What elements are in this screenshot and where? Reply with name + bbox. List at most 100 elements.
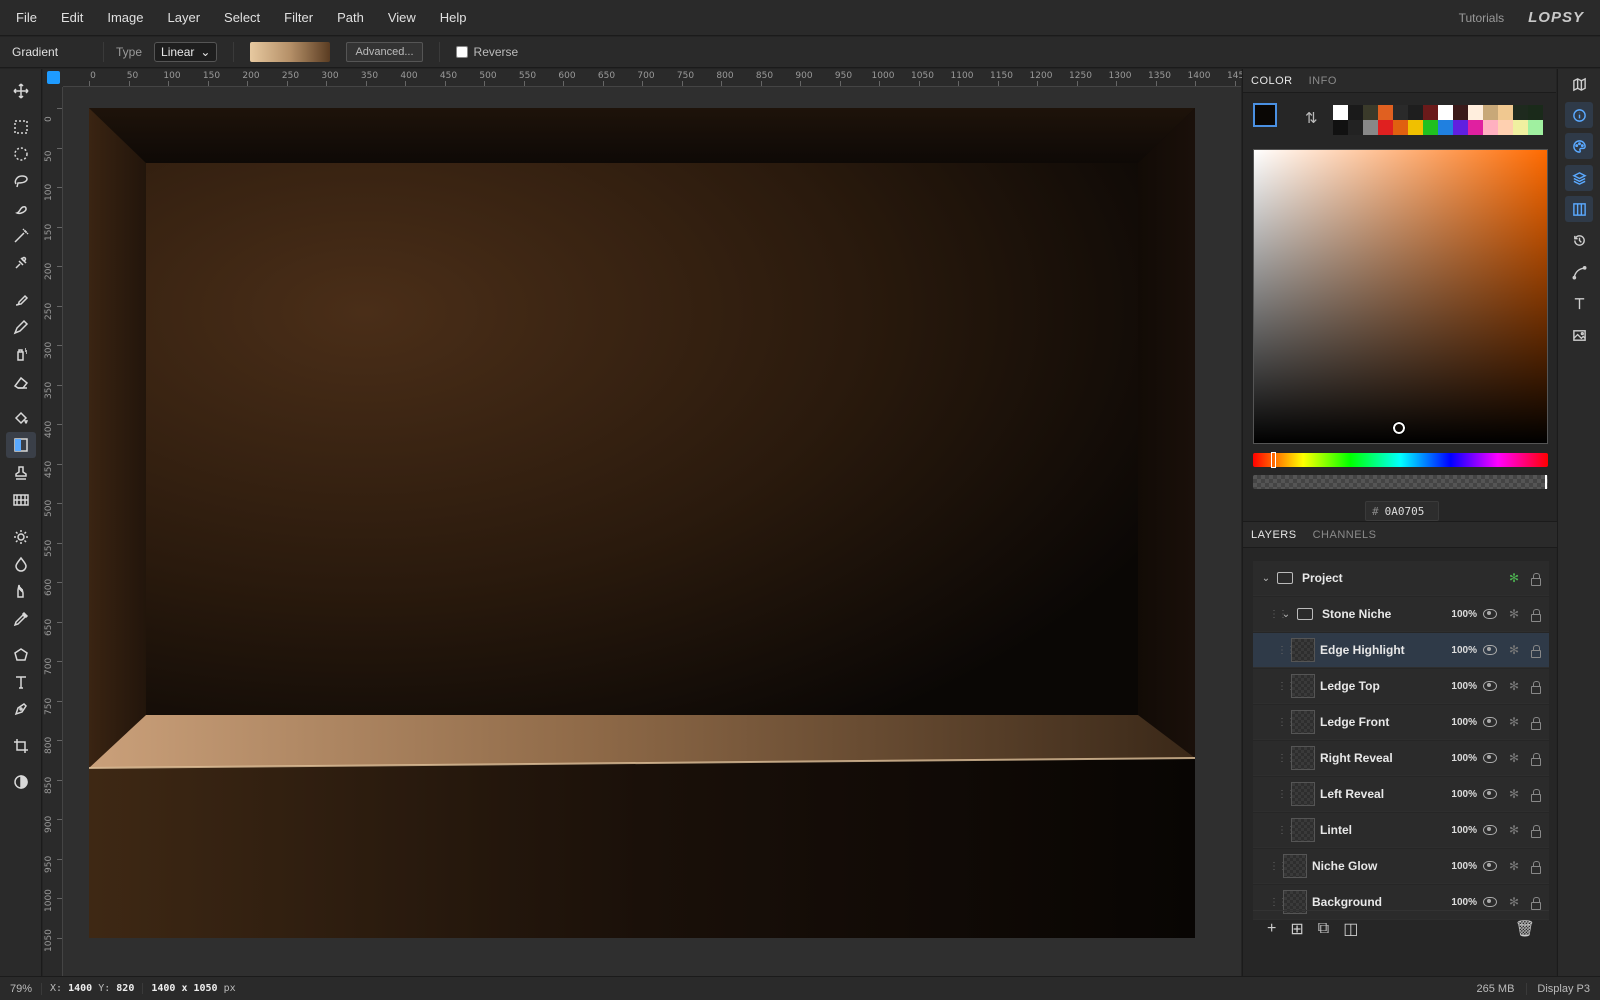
tab-color[interactable]: COLOR bbox=[1243, 69, 1301, 93]
lock-icon[interactable] bbox=[1531, 861, 1541, 874]
pattern-tool[interactable] bbox=[6, 487, 36, 513]
color-swatch[interactable] bbox=[1453, 120, 1468, 135]
menu-file[interactable]: File bbox=[0, 10, 49, 25]
rect-select-tool[interactable] bbox=[6, 114, 36, 140]
crop-tool[interactable] bbox=[6, 733, 36, 759]
layer-name[interactable]: Project bbox=[1302, 571, 1343, 585]
layer-opacity[interactable]: 100% bbox=[1451, 609, 1477, 620]
mask-icon[interactable]: ◫ bbox=[1343, 919, 1358, 939]
color-swatch[interactable] bbox=[1348, 120, 1363, 135]
drag-handle-icon[interactable]: ⋮⋮ bbox=[1277, 753, 1296, 764]
color-swatch[interactable] bbox=[1408, 120, 1423, 135]
ellipse-select-tool[interactable] bbox=[6, 141, 36, 167]
effects-icon[interactable]: ✻ bbox=[1509, 643, 1519, 657]
lock-icon[interactable] bbox=[1531, 609, 1541, 622]
lock-icon[interactable] bbox=[1531, 789, 1541, 802]
menu-layer[interactable]: Layer bbox=[156, 10, 213, 25]
stamp-tool[interactable] bbox=[6, 460, 36, 486]
layer-row[interactable]: ⋮⋮ Left Reveal 100% ✻ bbox=[1253, 777, 1549, 812]
layer-row[interactable]: ⋮⋮ Lintel 100% ✻ bbox=[1253, 813, 1549, 848]
layers-panel-button[interactable] bbox=[1565, 165, 1593, 191]
effects-icon[interactable]: ✻ bbox=[1509, 859, 1519, 873]
color-swatch[interactable] bbox=[1348, 105, 1363, 120]
color-swatch[interactable] bbox=[1393, 120, 1408, 135]
drag-handle-icon[interactable]: ⋮⋮ bbox=[1277, 717, 1296, 728]
paint-bucket-tool[interactable] bbox=[6, 405, 36, 431]
color-swatch[interactable] bbox=[1513, 120, 1528, 135]
effects-icon[interactable]: ✻ bbox=[1509, 823, 1519, 837]
color-swatch[interactable] bbox=[1378, 105, 1393, 120]
path-panel-button[interactable] bbox=[1565, 259, 1593, 285]
visibility-eye-icon[interactable] bbox=[1483, 825, 1497, 835]
layer-name[interactable]: Lintel bbox=[1320, 823, 1352, 837]
eraser-tool[interactable] bbox=[6, 369, 36, 395]
layer-opacity[interactable]: 100% bbox=[1451, 789, 1477, 800]
workspace[interactable] bbox=[63, 87, 1241, 976]
effects-icon[interactable]: ✻ bbox=[1509, 751, 1519, 765]
menu-edit[interactable]: Edit bbox=[49, 10, 95, 25]
layer-opacity[interactable]: 100% bbox=[1451, 753, 1477, 764]
color-swatch[interactable] bbox=[1483, 120, 1498, 135]
move-tool[interactable] bbox=[6, 78, 36, 104]
gradient-type-select[interactable]: Linear ⌄ bbox=[154, 42, 218, 62]
text-tool[interactable] bbox=[6, 669, 36, 695]
color-swatch[interactable] bbox=[1378, 120, 1393, 135]
layer-name[interactable]: Ledge Front bbox=[1320, 715, 1389, 729]
duplicate-layer-icon[interactable]: ⧉ bbox=[1318, 920, 1329, 938]
polygon-tool[interactable] bbox=[6, 642, 36, 668]
layer-row[interactable]: ⋮⋮ Edge Highlight 100% ✻ bbox=[1253, 633, 1549, 668]
pen-tool[interactable] bbox=[6, 696, 36, 722]
drag-handle-icon[interactable]: ⋮⋮ bbox=[1277, 645, 1296, 656]
tab-info[interactable]: INFO bbox=[1301, 69, 1345, 93]
channels-panel-button[interactable] bbox=[1565, 196, 1593, 222]
visibility-eye-icon[interactable] bbox=[1483, 681, 1497, 691]
lasso-tool[interactable] bbox=[6, 168, 36, 194]
foreground-color-swatch[interactable] bbox=[1253, 103, 1277, 127]
menu-select[interactable]: Select bbox=[212, 10, 272, 25]
layer-name[interactable]: Left Reveal bbox=[1320, 787, 1384, 801]
color-swatch[interactable] bbox=[1468, 105, 1483, 120]
fg-bg-colors[interactable] bbox=[1253, 103, 1287, 135]
contrast-tool[interactable] bbox=[6, 769, 36, 795]
image-panel-button[interactable] bbox=[1565, 322, 1593, 348]
layer-name[interactable]: Right Reveal bbox=[1320, 751, 1393, 765]
menu-help[interactable]: Help bbox=[428, 10, 479, 25]
drag-handle-icon[interactable]: ⋮⋮ bbox=[1269, 897, 1288, 908]
color-swatch[interactable] bbox=[1513, 105, 1528, 120]
spot-heal-tool[interactable] bbox=[6, 250, 36, 276]
tab-layers[interactable]: LAYERS bbox=[1243, 522, 1305, 548]
visibility-eye-icon[interactable] bbox=[1483, 861, 1497, 871]
menu-filter[interactable]: Filter bbox=[272, 10, 325, 25]
hue-slider[interactable] bbox=[1253, 452, 1548, 468]
ruler-origin-icon[interactable] bbox=[47, 71, 60, 84]
menu-view[interactable]: View bbox=[376, 10, 428, 25]
add-group-icon[interactable]: ⊞ bbox=[1290, 919, 1303, 939]
layer-row[interactable]: ⋮⋮ Ledge Top 100% ✻ bbox=[1253, 669, 1549, 704]
lock-icon[interactable] bbox=[1531, 897, 1541, 910]
menu-path[interactable]: Path bbox=[325, 10, 376, 25]
layer-name[interactable]: Stone Niche bbox=[1322, 607, 1391, 621]
gradient-tool[interactable] bbox=[6, 432, 36, 458]
color-swatch[interactable] bbox=[1528, 120, 1543, 135]
effects-icon[interactable]: ✻ bbox=[1509, 787, 1519, 801]
drag-handle-icon[interactable]: ⋮⋮ bbox=[1277, 825, 1296, 836]
brush-tool[interactable] bbox=[6, 287, 36, 313]
lock-icon[interactable] bbox=[1531, 573, 1541, 586]
lock-icon[interactable] bbox=[1531, 717, 1541, 730]
lock-icon[interactable] bbox=[1531, 753, 1541, 766]
color-swatch[interactable] bbox=[1498, 105, 1513, 120]
color-swatch[interactable] bbox=[1528, 105, 1543, 120]
color-swatch[interactable] bbox=[1468, 120, 1483, 135]
effects-icon[interactable]: ✻ bbox=[1509, 715, 1519, 729]
layer-row[interactable]: ⋮⋮ Ledge Front 100% ✻ bbox=[1253, 705, 1549, 740]
color-swatch[interactable] bbox=[1363, 120, 1378, 135]
ruler-corner[interactable] bbox=[43, 69, 63, 87]
layer-name[interactable]: Ledge Top bbox=[1320, 679, 1380, 693]
swap-colors-icon[interactable]: ⇅ bbox=[1305, 109, 1318, 127]
drag-handle-icon[interactable]: ⋮⋮ bbox=[1269, 861, 1288, 872]
effects-icon[interactable]: ✻ bbox=[1509, 571, 1519, 585]
burn-tool[interactable] bbox=[6, 551, 36, 577]
lock-icon[interactable] bbox=[1531, 681, 1541, 694]
visibility-eye-icon[interactable] bbox=[1483, 897, 1497, 907]
hex-input[interactable]: # 0A0705 bbox=[1365, 501, 1439, 521]
